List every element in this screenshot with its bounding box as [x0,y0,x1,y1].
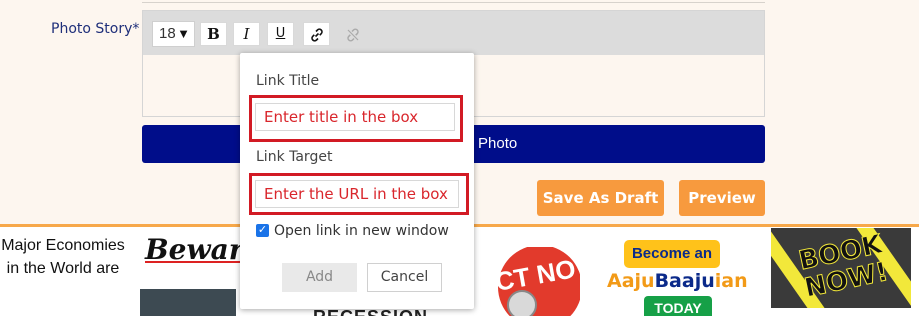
aajubaajuian-logo[interactable]: AajuBaajuian [607,270,748,292]
link-button[interactable] [303,22,330,46]
underline-button[interactable]: U [267,22,294,46]
aaju-text: Aaju [607,270,655,292]
editor-toolbar: 18 ▼ B I U [143,11,764,55]
open-new-window-label: Open link in new window [274,223,449,239]
today-badge[interactable]: TODAY [644,296,712,316]
italic-button[interactable]: I [233,22,260,46]
preview-button[interactable]: Preview [679,180,765,216]
highlight-box [249,173,469,215]
insert-link-popup: Link Title Enter title in the box Link T… [240,53,474,309]
caret-down-icon: ▼ [177,26,190,41]
ad-thumbnail[interactable] [140,289,236,316]
become-an-badge[interactable]: Become an [624,240,720,268]
font-size-select[interactable]: 18 ▼ [152,21,195,47]
baaju-text: Baaju [654,270,715,292]
unlink-button[interactable] [339,22,366,46]
previous-field-edge [142,0,765,3]
upload-photo-label: Photo [478,135,518,152]
cancel-button[interactable]: Cancel [367,263,442,292]
book-now-text: BOOK NOW! [796,229,892,304]
open-new-window-checkbox[interactable]: ✓ [256,224,269,237]
bold-button[interactable]: B [200,22,227,46]
economy-ad-text[interactable]: Major Economies in the World are [0,234,126,280]
save-as-draft-button[interactable]: Save As Draft [537,180,664,216]
ian-text: ian [714,270,748,292]
link-target-label: Link Target [256,149,333,165]
book-now-ad[interactable]: BOOK NOW! [771,228,911,308]
font-size-value: 18 [159,25,176,42]
photo-story-label: Photo Story* [51,21,140,37]
link-title-label: Link Title [256,73,320,89]
unlink-icon [346,28,359,42]
act-now-ad-graphic[interactable]: ACT NOW [470,247,580,316]
add-link-button[interactable]: Add [282,263,357,292]
highlight-box [249,95,463,142]
link-icon [310,28,323,42]
